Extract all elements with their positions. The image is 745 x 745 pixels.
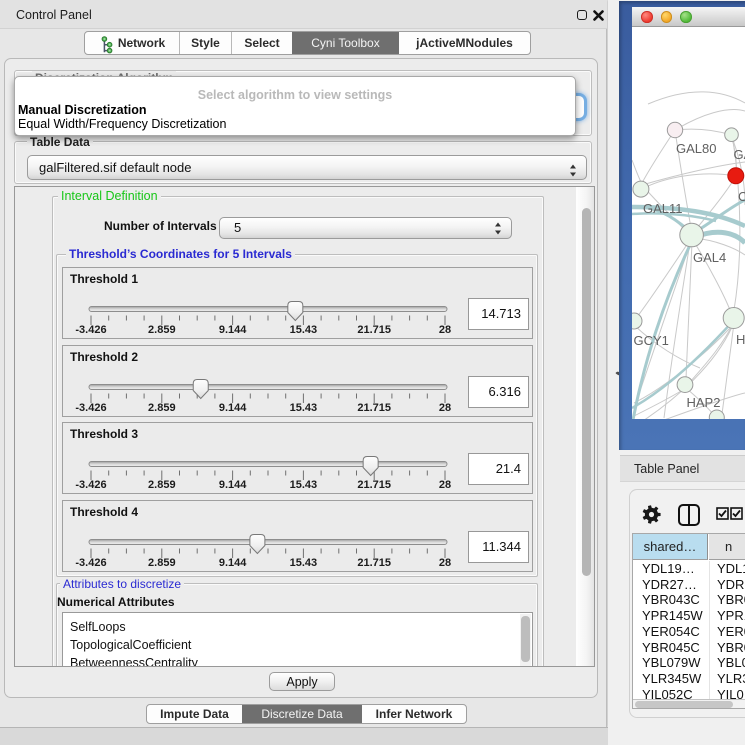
svg-text:CYC: CYC [738,189,745,204]
svg-text:28: 28 [439,402,451,414]
svg-text:9.144: 9.144 [219,324,247,336]
svg-text:15.43: 15.43 [290,324,318,336]
svg-text:9.144: 9.144 [219,557,247,569]
svg-text:GAL1: GAL1 [734,147,745,162]
svg-text:28: 28 [439,324,451,336]
svg-text:GAL11: GAL11 [643,201,683,216]
svg-text:-3.426: -3.426 [75,557,106,569]
svg-text:15.43: 15.43 [290,479,318,491]
svg-text:-3.426: -3.426 [75,402,106,414]
svg-text:2.859: 2.859 [148,557,176,569]
svg-text:15.43: 15.43 [290,557,318,569]
svg-text:21.715: 21.715 [357,402,391,414]
svg-text:GAL4: GAL4 [693,250,726,265]
svg-text:-3.426: -3.426 [75,324,106,336]
svg-text:GCY1: GCY1 [634,333,669,348]
svg-text:2.859: 2.859 [148,324,176,336]
svg-text:21.715: 21.715 [357,324,391,336]
svg-text:-3.426: -3.426 [75,479,106,491]
svg-text:21.715: 21.715 [357,479,391,491]
svg-text:28: 28 [439,557,451,569]
svg-text:9.144: 9.144 [219,402,247,414]
svg-text:28: 28 [439,479,451,491]
svg-text:9.144: 9.144 [219,479,247,491]
svg-text:HAP: HAP [736,332,745,347]
svg-text:2.859: 2.859 [148,479,176,491]
svg-text:2.859: 2.859 [148,402,176,414]
svg-text:21.715: 21.715 [357,557,391,569]
svg-text:HAP2: HAP2 [687,395,721,410]
svg-text:GAL80: GAL80 [676,141,716,156]
svg-text:15.43: 15.43 [290,402,318,414]
